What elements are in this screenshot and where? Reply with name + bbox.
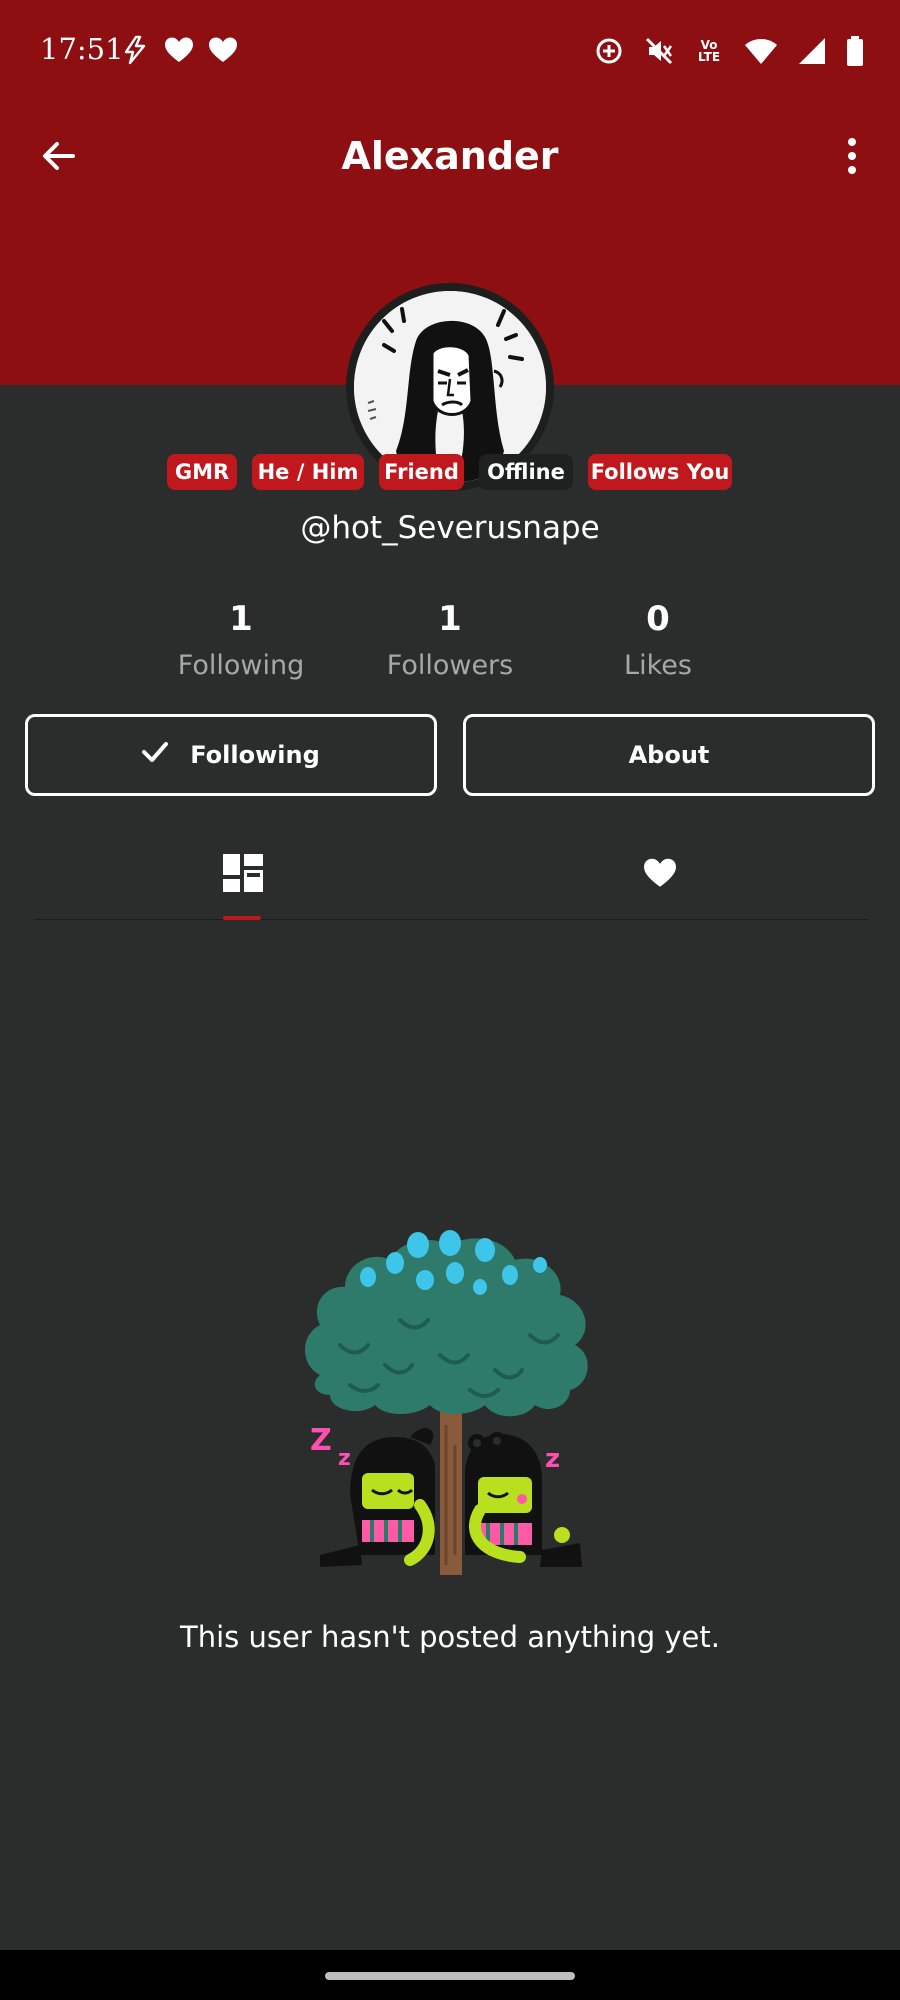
dashboard-icon	[222, 854, 263, 896]
wifi-icon	[744, 37, 778, 65]
check-icon	[142, 741, 169, 769]
following-button-label: Following	[190, 741, 320, 769]
svg-text:z: z	[338, 1446, 351, 1471]
badge-gmr: GMR	[167, 454, 237, 490]
stat-followers[interactable]: 1 Followers	[350, 598, 550, 681]
badge-friend: Friend	[379, 454, 464, 490]
about-button[interactable]: About	[463, 714, 875, 796]
badge-pronouns: He / Him	[252, 454, 364, 490]
stat-following-count: 1	[229, 599, 253, 639]
stat-followers-count: 1	[438, 599, 462, 639]
home-indicator[interactable]	[325, 1972, 575, 1980]
svg-text:Z: Z	[310, 1423, 332, 1458]
stat-following[interactable]: 1 Following	[141, 598, 341, 681]
username: @hot_Severusnape	[300, 510, 600, 546]
tab-posts[interactable]	[34, 830, 451, 920]
status-bar: 17:51 Vo LTE	[0, 0, 900, 100]
flash-icon	[120, 35, 150, 65]
tab-likes[interactable]	[451, 830, 868, 920]
page-title: Alexander	[341, 134, 559, 178]
mute-icon	[644, 36, 674, 66]
svg-text:z: z	[545, 1444, 560, 1474]
heart-icon	[208, 36, 238, 64]
profile-tabs	[34, 830, 868, 920]
stat-likes[interactable]: 0 Likes	[558, 598, 758, 681]
sleeping-characters-illustration: Z z z	[290, 1205, 610, 1595]
following-button[interactable]: Following	[25, 714, 437, 796]
stat-followers-label: Followers	[386, 650, 514, 681]
empty-state-message: This user hasn't posted anything yet.	[180, 1620, 720, 1654]
tab-selected-indicator	[223, 916, 261, 920]
status-time: 17:51	[40, 32, 124, 66]
data-saver-icon	[594, 36, 624, 66]
stat-following-label: Following	[177, 650, 305, 681]
badge-offline: Offline	[479, 454, 573, 490]
stat-likes-label: Likes	[624, 650, 692, 681]
signal-icon	[798, 37, 826, 65]
stat-likes-count: 0	[646, 599, 670, 639]
more-options-button[interactable]	[824, 130, 880, 186]
battery-icon	[846, 36, 864, 66]
profile-badges: GMR He / Him Friend Offline Follows You	[0, 454, 900, 490]
about-button-label: About	[628, 741, 710, 769]
volte-icon: Vo LTE	[697, 38, 721, 64]
heart-icon	[164, 36, 194, 64]
heart-icon	[642, 857, 678, 893]
system-navigation-bar	[0, 1950, 900, 2000]
app-bar: Alexander	[0, 110, 900, 200]
more-vert-icon	[846, 137, 858, 179]
badge-follows-you: Follows You	[588, 454, 732, 490]
